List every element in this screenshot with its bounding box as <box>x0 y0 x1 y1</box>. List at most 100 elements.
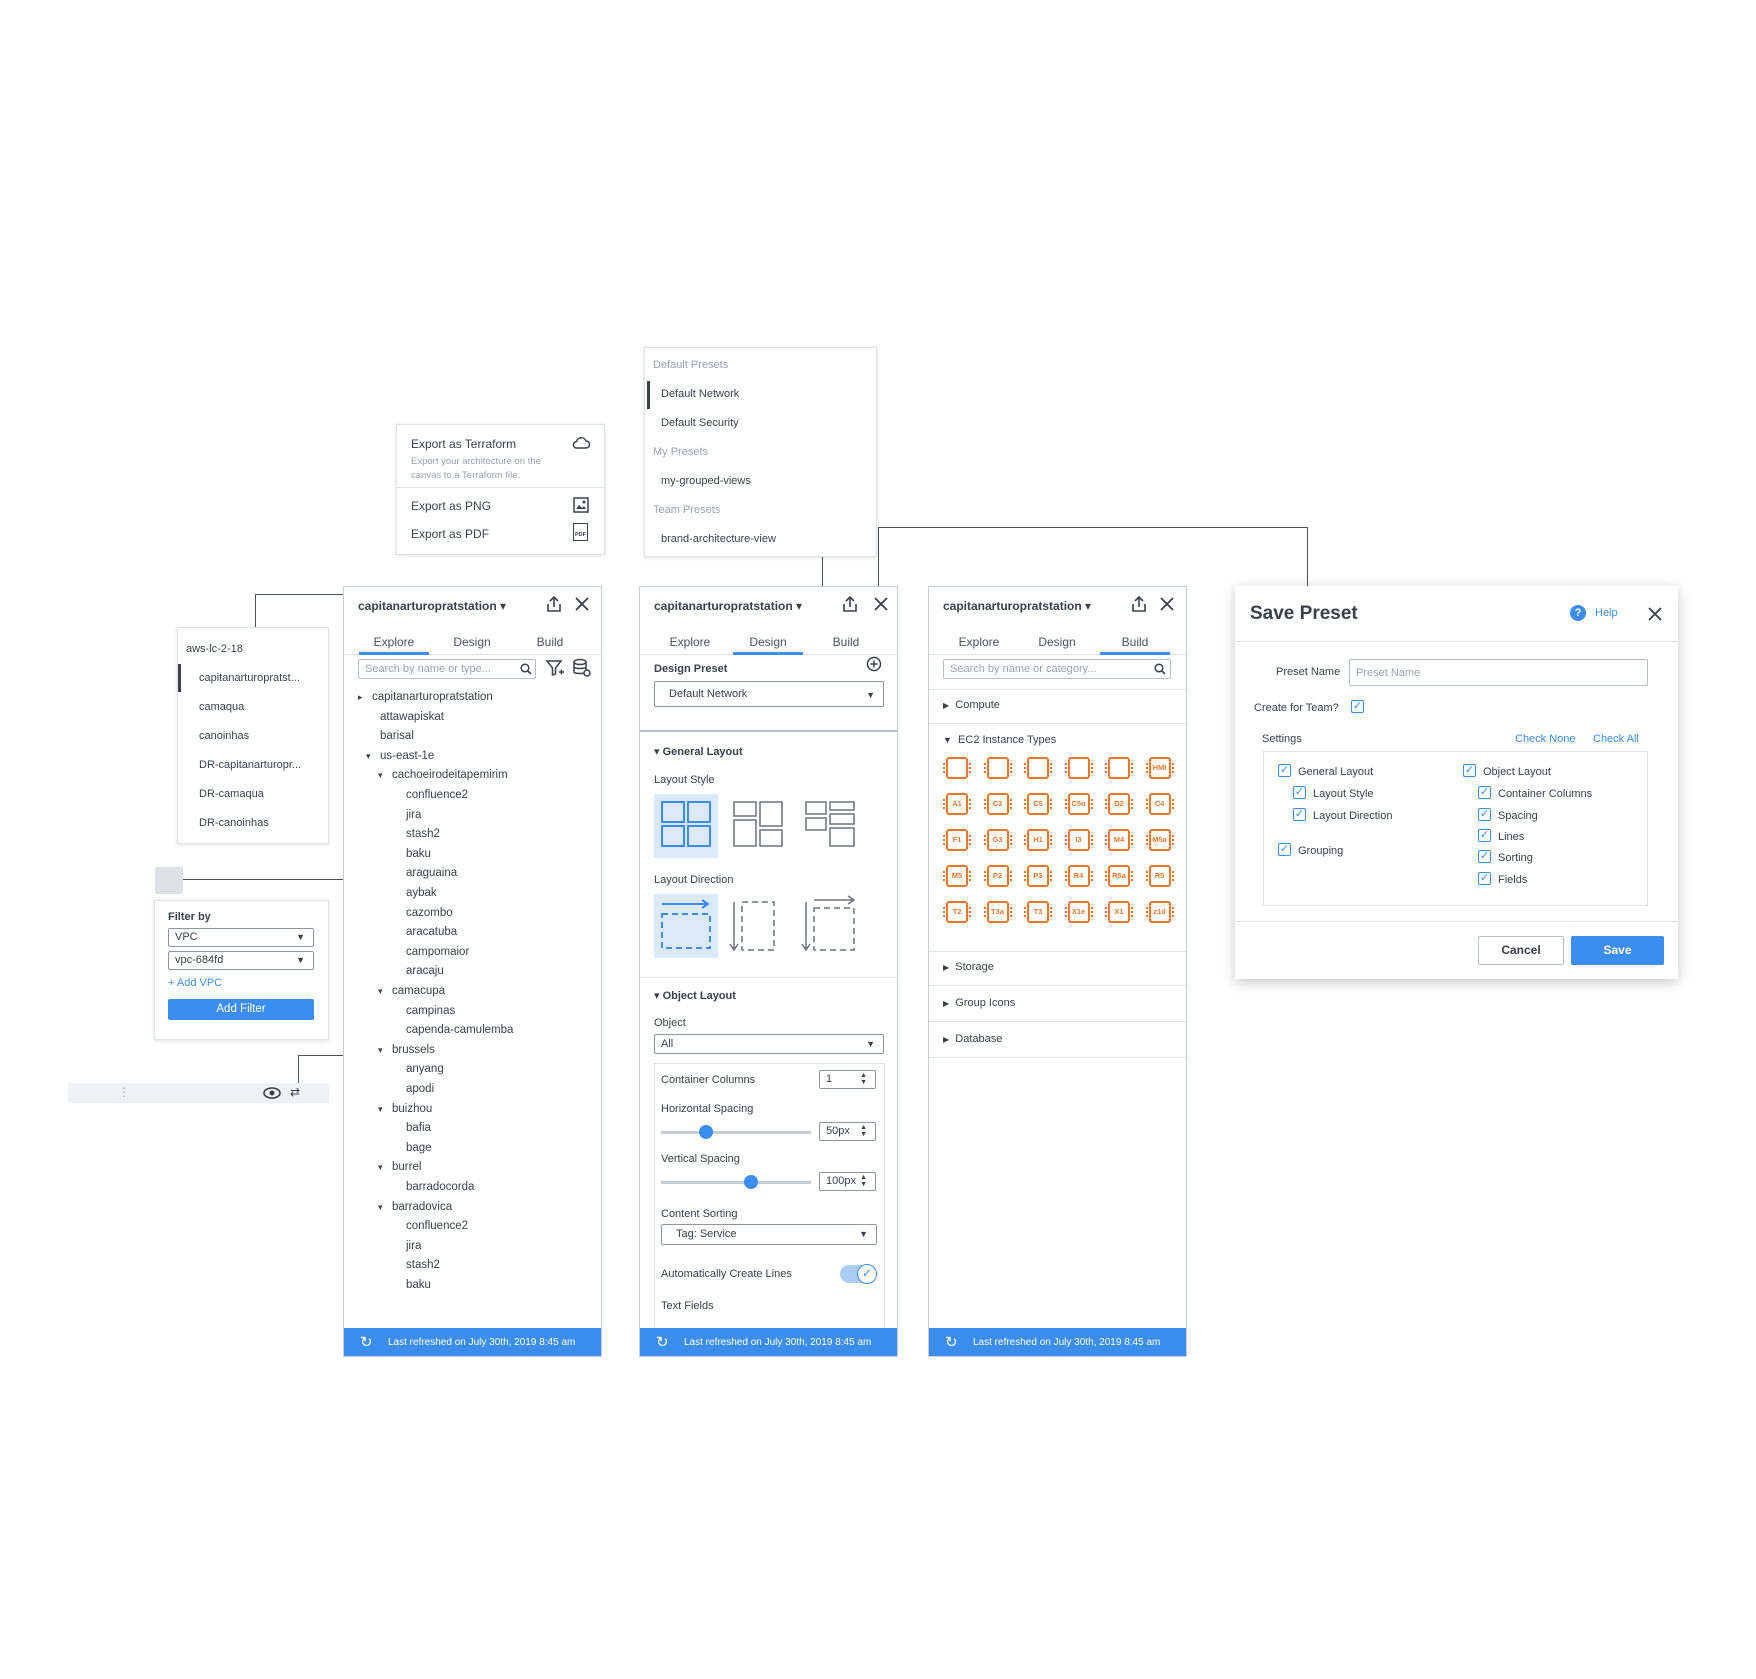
ec2-instance-icon[interactable]: R4 <box>1064 865 1093 887</box>
grouping-checkbox[interactable]: ✓ <box>1278 843 1291 856</box>
account-selector[interactable]: capitanarturopratstation <box>654 599 802 613</box>
compute-section[interactable]: ▶ Compute <box>943 699 1000 711</box>
container-columns-stepper[interactable]: 1 ▲ ▼ <box>819 1070 876 1089</box>
tab-explore[interactable]: Explore <box>944 635 1014 649</box>
build-search-input[interactable]: Search by name or category... <box>943 659 1171 679</box>
storage-section[interactable]: ▶ Storage <box>943 961 994 973</box>
close-icon[interactable] <box>874 597 888 611</box>
close-icon[interactable] <box>1160 597 1174 611</box>
tree-expand-icon[interactable]: ▾ <box>378 1202 383 1213</box>
tab-build[interactable]: Build <box>811 635 881 649</box>
ec2-section[interactable]: ▼ EC2 Instance Types <box>943 734 1056 746</box>
tree-item[interactable]: aracaju <box>344 965 601 983</box>
spacing-checkbox[interactable]: ✓ <box>1478 808 1491 821</box>
tree-item[interactable]: jira <box>344 809 601 827</box>
ec2-instance-icon[interactable]: X1e <box>1064 901 1093 923</box>
tree-item[interactable]: aracatuba <box>344 926 601 944</box>
help-link[interactable]: Help <box>1595 607 1618 619</box>
container-columns-checkbox[interactable]: ✓ <box>1478 786 1491 799</box>
account-item[interactable]: camaqua <box>199 701 244 713</box>
tree-item[interactable]: ▾ brussels <box>344 1044 601 1062</box>
filter-toggle[interactable] <box>155 867 183 894</box>
ec2-instance-icon[interactable]: R5a <box>1105 865 1133 887</box>
tree-expand-icon[interactable]: ▾ <box>378 1045 383 1056</box>
tree-item[interactable]: barradocorda <box>344 1181 601 1199</box>
connector-toggle-icon[interactable]: ⇄ <box>290 1085 300 1099</box>
preset-default-network[interactable]: Default Network <box>661 388 739 400</box>
vertical-spacing-slider[interactable] <box>661 1175 811 1189</box>
close-icon[interactable] <box>575 597 589 611</box>
tree-item[interactable]: attawapiskat <box>344 711 601 729</box>
help-icon[interactable]: ? <box>1570 605 1586 621</box>
database-settings-icon[interactable] <box>572 658 592 678</box>
design-preset-select[interactable]: Default Network ▼ <box>654 681 884 707</box>
close-icon[interactable] <box>1648 607 1662 621</box>
layout-direction-checkbox[interactable]: ✓ <box>1293 808 1306 821</box>
ec2-instance-icon[interactable]: M5a <box>1145 829 1174 851</box>
export-png-option[interactable]: Export as PNG <box>411 499 491 513</box>
tree-item[interactable]: ▾ cachoeirodeitapemirim <box>344 769 601 787</box>
horizontal-spacing-stepper[interactable]: 50px ▲ ▼ <box>819 1122 876 1141</box>
lines-checkbox[interactable]: ✓ <box>1478 829 1491 842</box>
layout-direction-vertical-option[interactable] <box>726 894 790 958</box>
ec2-instance-icon[interactable]: M5 <box>943 865 971 887</box>
vertical-spacing-stepper[interactable]: 100px ▲ ▼ <box>819 1172 876 1191</box>
tree-item[interactable]: aybak <box>344 887 601 905</box>
layout-direction-horizontal-option[interactable] <box>654 894 718 958</box>
account-item[interactable]: canoinhas <box>199 730 249 742</box>
ec2-instance-icon[interactable]: G3 <box>983 829 1012 851</box>
ec2-instance-icon[interactable]: P2 <box>983 865 1012 887</box>
ec2-instance-icon[interactable]: HMI <box>1145 757 1174 779</box>
drag-handle-icon[interactable]: ⋮ <box>118 1085 130 1099</box>
tree-expand-icon[interactable]: ▾ <box>378 986 383 997</box>
ec2-instance-icon[interactable]: I3 <box>1064 829 1093 851</box>
tree-item[interactable]: stash2 <box>344 1259 601 1277</box>
save-button[interactable]: Save <box>1571 936 1664 965</box>
tree-item[interactable]: ▾ us-east-1e <box>344 750 601 768</box>
ec2-instance-icon[interactable] <box>1105 757 1133 779</box>
ec2-instance-icon[interactable]: T3a <box>983 901 1012 923</box>
tree-item[interactable]: ▾ camacupa <box>344 985 601 1003</box>
content-sorting-select[interactable]: Tag: Service ▼ <box>661 1224 877 1245</box>
preset-name-input[interactable]: Preset Name <box>1349 659 1648 686</box>
layout-style-rows-option[interactable] <box>798 794 862 858</box>
ec2-instance-icon[interactable] <box>943 757 971 779</box>
add-filter-button[interactable]: Add Filter <box>168 999 314 1020</box>
preset-my-grouped-views[interactable]: my-grouped-views <box>661 475 751 487</box>
tree-expand-icon[interactable]: ▾ <box>378 1162 383 1173</box>
ec2-instance-icon[interactable]: T2 <box>943 901 971 923</box>
sorting-checkbox[interactable]: ✓ <box>1478 850 1491 863</box>
account-item[interactable]: DR-camaqua <box>199 788 264 800</box>
slider-knob[interactable] <box>699 1125 713 1139</box>
ec2-instance-icon[interactable] <box>983 757 1012 779</box>
preset-default-security[interactable]: Default Security <box>661 417 739 429</box>
export-terraform-option[interactable]: Export as Terraform <box>411 437 516 451</box>
database-section[interactable]: ▶ Database <box>943 1033 1002 1045</box>
ec2-instance-icon[interactable]: M4 <box>1105 829 1133 851</box>
preset-brand-architecture-view[interactable]: brand-architecture-view <box>661 533 776 545</box>
ec2-instance-icon[interactable]: z1d <box>1145 901 1174 923</box>
check-none-link[interactable]: Check None <box>1515 733 1576 745</box>
refresh-icon[interactable]: ↻ <box>945 1333 958 1351</box>
layout-style-grid-option[interactable] <box>654 794 718 858</box>
ec2-instance-icon[interactable]: D2 <box>1105 793 1133 815</box>
tree-item[interactable]: ▾ barradovica <box>344 1201 601 1219</box>
ec2-instance-icon[interactable]: P3 <box>1024 865 1052 887</box>
tab-design[interactable]: Design <box>437 635 507 649</box>
ec2-instance-icon[interactable]: C5n <box>1064 793 1093 815</box>
ec2-instance-icon[interactable]: C4 <box>1145 793 1174 815</box>
tree-item[interactable]: baku <box>344 848 601 866</box>
check-all-link[interactable]: Check All <box>1593 733 1639 745</box>
tree-expand-icon[interactable]: ▾ <box>378 1104 383 1115</box>
ec2-instance-icon[interactable]: T3 <box>1024 901 1052 923</box>
ec2-instance-icon[interactable] <box>1064 757 1093 779</box>
general-layout-checkbox[interactable]: ✓ <box>1278 764 1291 777</box>
tree-expand-icon[interactable]: ▾ <box>378 770 383 781</box>
layout-direction-both-option[interactable] <box>798 894 862 958</box>
layout-style-mixed-option[interactable] <box>726 794 790 858</box>
ec2-instance-icon[interactable]: F1 <box>943 829 971 851</box>
share-icon[interactable] <box>1130 595 1148 613</box>
tab-design[interactable]: Design <box>1022 635 1092 649</box>
tab-build[interactable]: Build <box>515 635 585 649</box>
object-layout-checkbox[interactable]: ✓ <box>1463 764 1476 777</box>
